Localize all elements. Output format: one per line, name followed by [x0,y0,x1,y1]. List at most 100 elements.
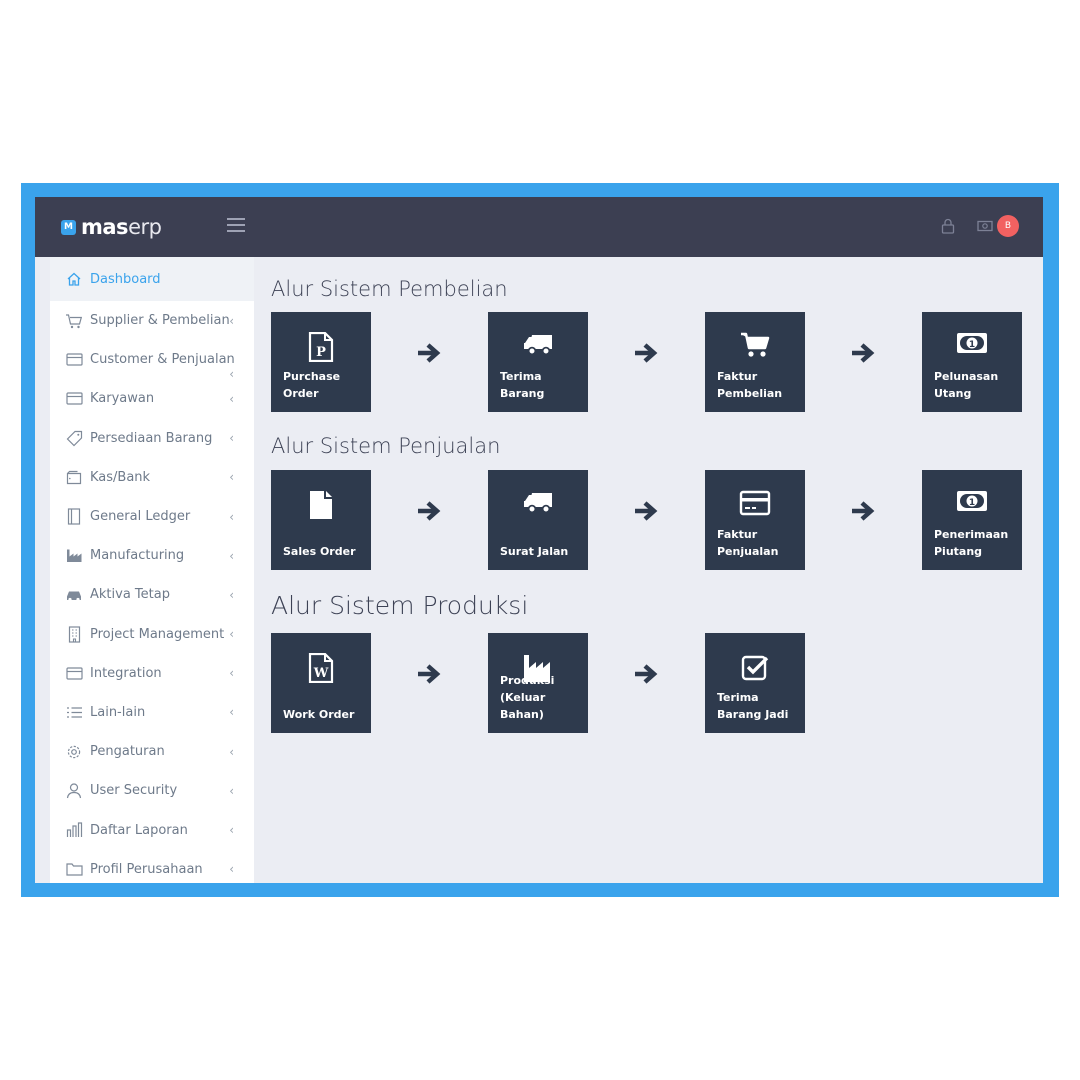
sidebar-item-label: Project Management [90,626,225,642]
sidebar-item-karyawan[interactable]: Karyawan ‹ [50,379,254,418]
flow-tile-produksi-keluar-bahan[interactable]: Produksi (Keluar Bahan) [488,633,588,733]
bar-chart-icon [65,821,83,839]
top-navbar: M maserp B [35,197,1043,257]
sidebar-item-integration[interactable]: Integration ‹ [50,654,254,693]
flow-tile-pelunasan-utang[interactable]: 1 Pelunasan Utang [922,312,1022,412]
building-icon [65,625,83,643]
chevron-left-icon: ‹ [229,666,234,681]
lock-icon[interactable] [941,218,955,234]
truck-icon [488,332,588,364]
sidebar-item-persediaan-barang[interactable]: Persediaan Barang ‹ [50,419,254,458]
section-title: Alur Sistem Produksi [271,591,529,620]
money-icon: 1 [922,332,1022,364]
chevron-left-icon: ‹ [229,548,234,563]
tile-label: Work Order [283,708,355,721]
card-icon [65,351,83,369]
flow-tile-faktur-penjualan[interactable]: Faktur Penjualan [705,470,805,570]
arrow-right-icon [416,663,442,685]
sidebar: Dashboard Supplier & Pembelian ‹ Customer &… [50,257,254,883]
sidebar-item-profil-perusahaan[interactable]: Profil Perusahaan ‹ [50,850,254,883]
flow-tile-terima-barang-jadi[interactable]: Terima Barang Jadi [705,633,805,733]
card-icon [65,664,83,682]
flow-tile-surat-jalan[interactable]: Surat Jalan [488,470,588,570]
tile-label: Pelunasan Utang [934,370,999,400]
sidebar-item-label: Pengaturan [90,744,165,760]
sidebar-item-kas-bank[interactable]: Kas/Bank ‹ [50,458,254,497]
sidebar-item-label: Daftar Laporan [90,822,188,838]
sidebar-item-label: Aktiva Tetap [90,587,170,603]
money-icon[interactable] [977,220,993,232]
arrow-right-icon [633,500,659,522]
sidebar-item-manufacturing[interactable]: Manufacturing ‹ [50,536,254,575]
sidebar-item-label: Dashboard [90,271,161,287]
chevron-left-icon: ‹ [229,313,234,328]
tile-label: Surat Jalan [500,545,569,558]
chevron-left-icon: ‹ [229,862,234,877]
sidebar-item-pengaturan[interactable]: Pengaturan ‹ [50,732,254,771]
tile-label: Sales Order [283,545,356,558]
folder-icon [65,860,83,878]
money-icon: 1 [922,490,1022,522]
logo-bold-text: mas [81,215,129,239]
main-content: Alur Sistem Pembelian P Purchase Order Teri… [254,257,1043,883]
tile-label: Produksi (Keluar Bahan) [500,674,555,721]
logo-text: maserp [81,215,162,239]
sidebar-item-label: User Security [90,783,178,799]
sidebar-item-label: Integration [90,665,162,681]
arrow-right-icon [850,500,876,522]
logo-light-text: erp [128,215,162,239]
sidebar-item-label: Customer & Penjualan [90,352,235,368]
svg-text:1: 1 [969,340,975,350]
flow-tile-faktur-pembelian[interactable]: Faktur Pembelian [705,312,805,412]
chevron-left-icon: ‹ [229,783,234,798]
check-square-icon [705,653,805,685]
chevron-left-icon: ‹ [229,744,234,759]
sidebar-item-supplier-pembelian[interactable]: Supplier & Pembelian ‹ [50,301,254,340]
cart-icon [65,312,83,330]
flow-tile-work-order[interactable]: W Work Order [271,633,371,733]
sidebar-item-label: General Ledger [90,509,191,525]
app-logo[interactable]: M maserp [61,215,162,239]
chevron-left-icon: ‹ [229,431,234,446]
sidebar-item-daftar-laporan[interactable]: Daftar Laporan ‹ [50,810,254,849]
car-icon [65,586,83,604]
sidebar-item-label: Kas/Bank [90,469,151,485]
factory-icon [65,547,83,565]
sidebar-item-label: Manufacturing [90,548,185,564]
sidebar-item-general-ledger[interactable]: General Ledger ‹ [50,497,254,536]
list-icon [65,703,83,721]
sidebar-item-project-management[interactable]: Project Management ‹ [50,615,254,654]
sidebar-item-aktiva-tetap[interactable]: Aktiva Tetap ‹ [50,575,254,614]
hamburger-menu-icon[interactable] [227,218,245,232]
sidebar-item-label: Lain-lain [90,704,146,720]
notification-badge[interactable]: B [997,215,1019,237]
home-icon [65,270,83,288]
flow-tile-penerimaan-piutang[interactable]: 1 Penerimaan Piutang [922,470,1022,570]
chevron-left-icon: ‹ [229,627,234,642]
chevron-left-icon: ‹ [229,509,234,524]
user-icon [65,782,83,800]
flow-tile-purchase-order[interactable]: P Purchase Order [271,312,371,412]
chevron-left-icon: ‹ [229,470,234,485]
arrow-right-icon [633,663,659,685]
sidebar-item-dashboard[interactable]: Dashboard [50,257,254,301]
app-window: M maserp B Dashboard Supplier & Pembelian… [35,197,1043,883]
sidebar-item-label: Persediaan Barang [90,430,213,446]
tile-label: Faktur Penjualan [717,528,779,558]
book-icon [65,508,83,526]
screenshot-frame: M maserp B Dashboard Supplier & Pembelian… [21,183,1059,897]
file-icon [271,490,371,522]
svg-text:1: 1 [969,498,975,508]
tag-icon [65,429,83,447]
tile-label: Penerimaan Piutang [934,528,1009,558]
sidebar-item-user-security[interactable]: User Security ‹ [50,771,254,810]
sidebar-item-label: Karyawan [90,391,155,407]
sidebar-item-lain-lain[interactable]: Lain-lain ‹ [50,693,254,732]
section-title: Alur Sistem Pembelian [271,277,508,301]
flow-tile-terima-barang[interactable]: Terima Barang [488,312,588,412]
flow-tile-sales-order[interactable]: Sales Order [271,470,371,570]
card-icon [65,390,83,408]
sidebar-item-customer-penjualan[interactable]: Customer & Penjualan ‹ [50,340,254,381]
tile-label: Purchase Order [283,370,341,400]
chevron-left-icon: ‹ [229,705,234,720]
